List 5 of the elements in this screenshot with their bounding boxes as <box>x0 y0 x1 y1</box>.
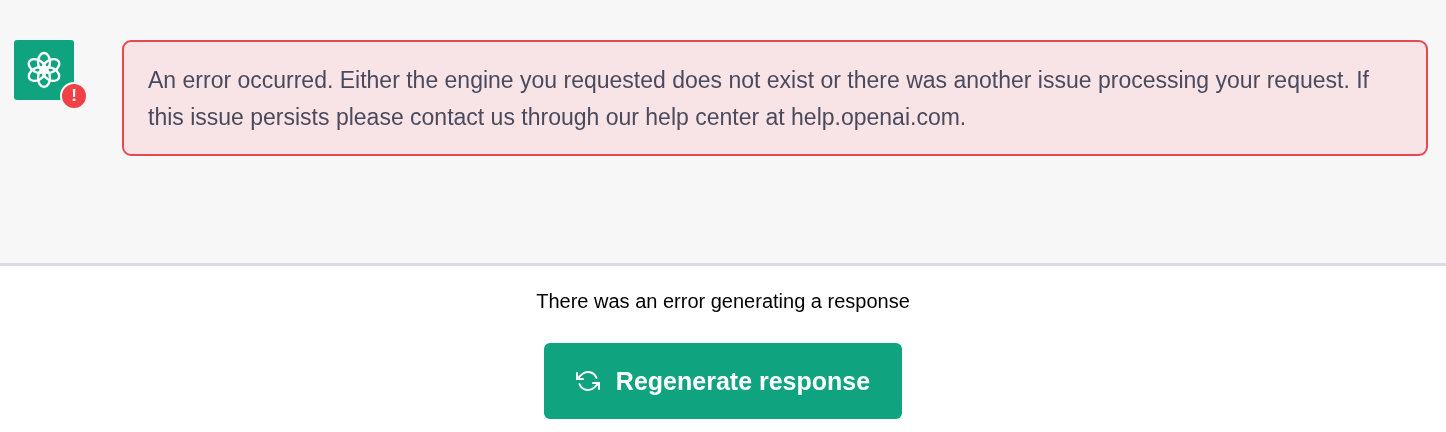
error-message: An error occurred. Either the engine you requested does not exist or there was another issue processing your request. If this issue persists please contact us through our help center at help.openai.com. <box>122 40 1428 156</box>
error-badge: ! <box>60 82 88 110</box>
regenerate-button[interactable]: Regenerate response <box>544 343 902 419</box>
refresh-icon <box>575 369 600 393</box>
error-notice: There was an error generating a response <box>536 290 910 313</box>
